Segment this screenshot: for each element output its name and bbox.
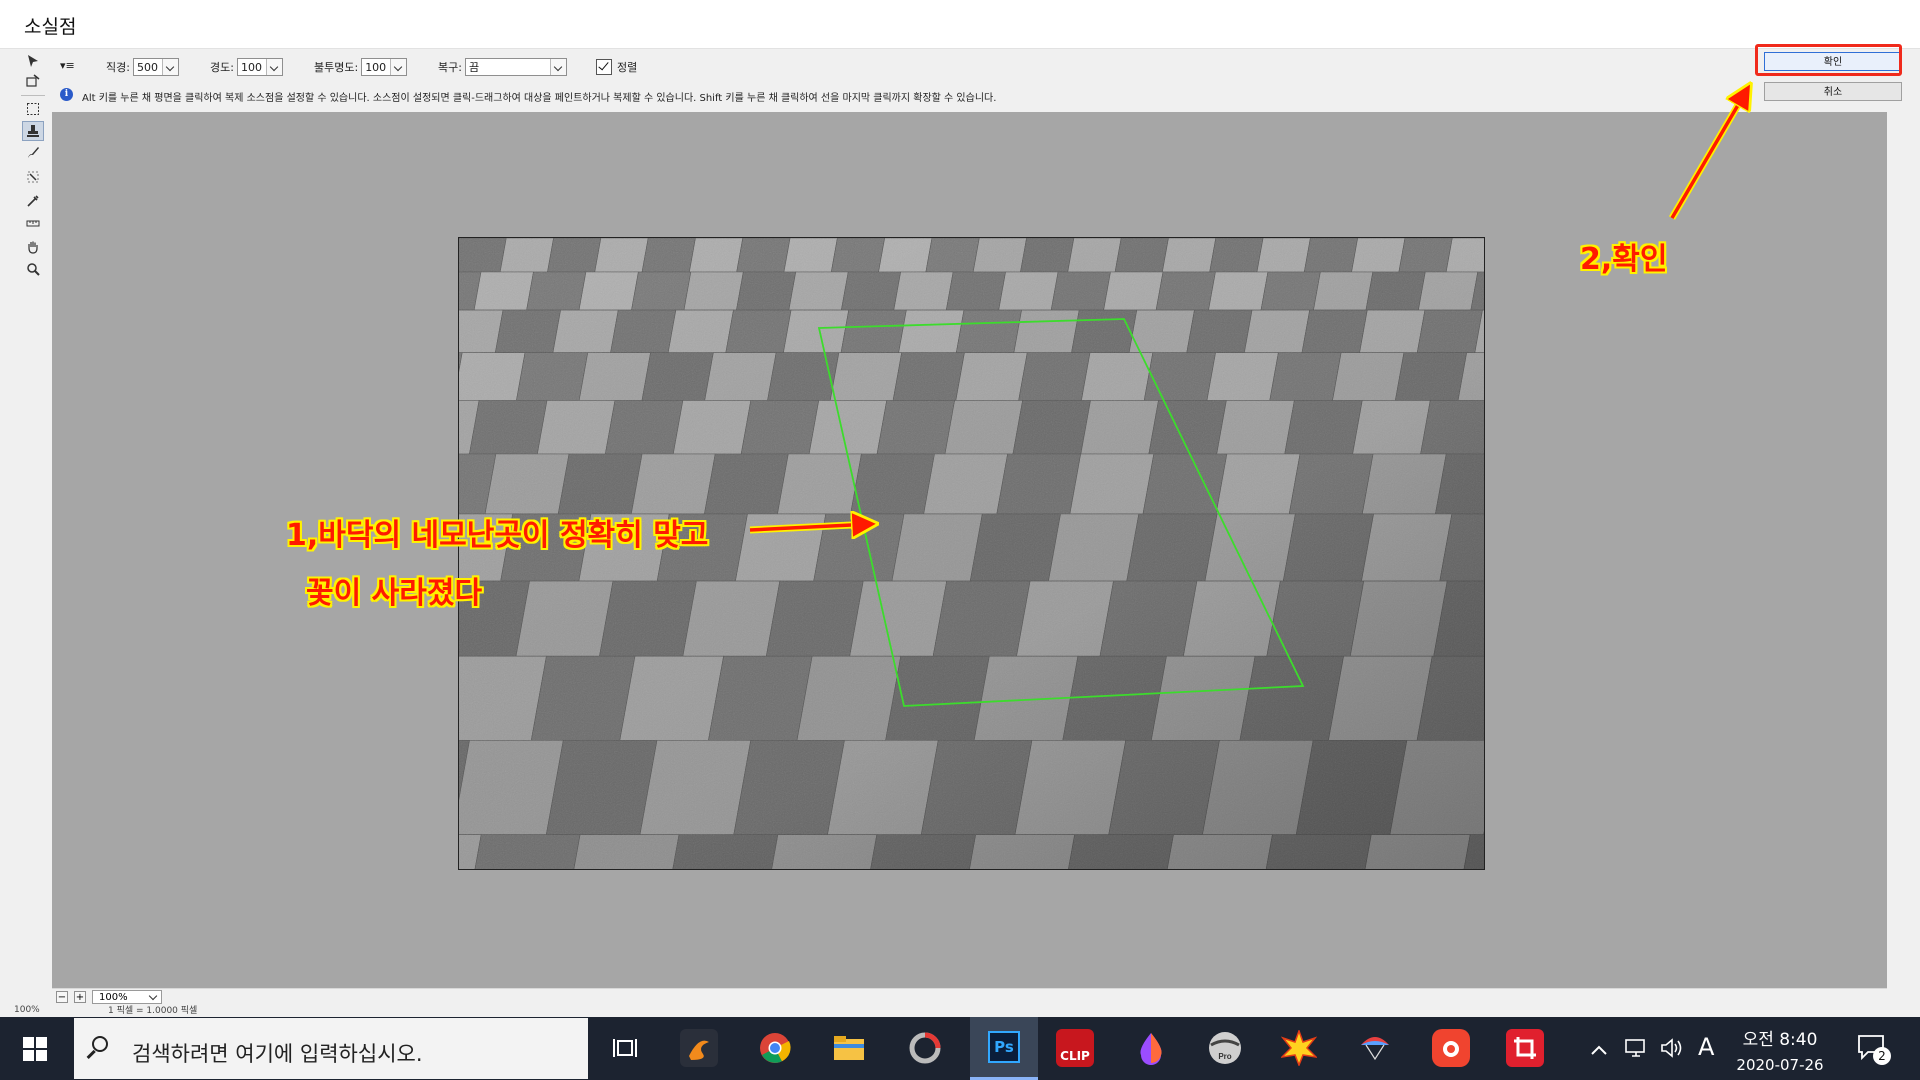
sketch-app-icon[interactable]: [680, 1029, 718, 1067]
notification-count-badge: 2: [1873, 1047, 1891, 1065]
volume-icon[interactable]: [1660, 1037, 1684, 1063]
clip-icon[interactable]: CLIP: [1056, 1029, 1094, 1067]
annotation-arrows: [749, 0, 1920, 1080]
chrome-icon[interactable]: [756, 1029, 794, 1067]
taskbar: 검색하려면 여기에 입력하십시오. Ps CLIP Pro A 오전 8:40 …: [0, 1017, 1920, 1080]
file-explorer-icon[interactable]: [830, 1029, 868, 1067]
clock-date: 2020-07-26: [1736, 1056, 1824, 1074]
clock-time: 오전 8:40: [1742, 1030, 1818, 1050]
pro-app-icon[interactable]: Pro: [1206, 1029, 1244, 1067]
notification-center-icon[interactable]: 2: [1856, 1033, 1892, 1067]
network-icon[interactable]: [1624, 1038, 1648, 1062]
burst-app-icon[interactable]: [1280, 1029, 1318, 1067]
task-view-icon[interactable]: [606, 1029, 644, 1067]
paint-drop-icon[interactable]: [1132, 1029, 1170, 1067]
chevron-up-icon[interactable]: [1590, 1041, 1608, 1060]
photoshop-icon: Ps: [988, 1031, 1020, 1063]
camera-app-icon[interactable]: [1432, 1029, 1470, 1067]
search-placeholder: 검색하려면 여기에 입력하십시오.: [132, 1042, 423, 1066]
search-icon: [92, 1036, 108, 1052]
svg-text:Pro: Pro: [1218, 1052, 1231, 1061]
parachute-app-icon[interactable]: [1356, 1029, 1394, 1067]
photoscape-icon[interactable]: [906, 1029, 944, 1067]
taskbar-clock[interactable]: 오전 8:40 2020-07-26: [1720, 1025, 1840, 1074]
ime-indicator[interactable]: A: [1698, 1033, 1714, 1061]
taskbar-search-box[interactable]: 검색하려면 여기에 입력하십시오.: [74, 1018, 588, 1079]
photoshop-taskbar-button[interactable]: Ps: [970, 1017, 1038, 1080]
crop-pro-icon[interactable]: [1506, 1029, 1544, 1067]
windows-start-icon[interactable]: [0, 1017, 70, 1080]
